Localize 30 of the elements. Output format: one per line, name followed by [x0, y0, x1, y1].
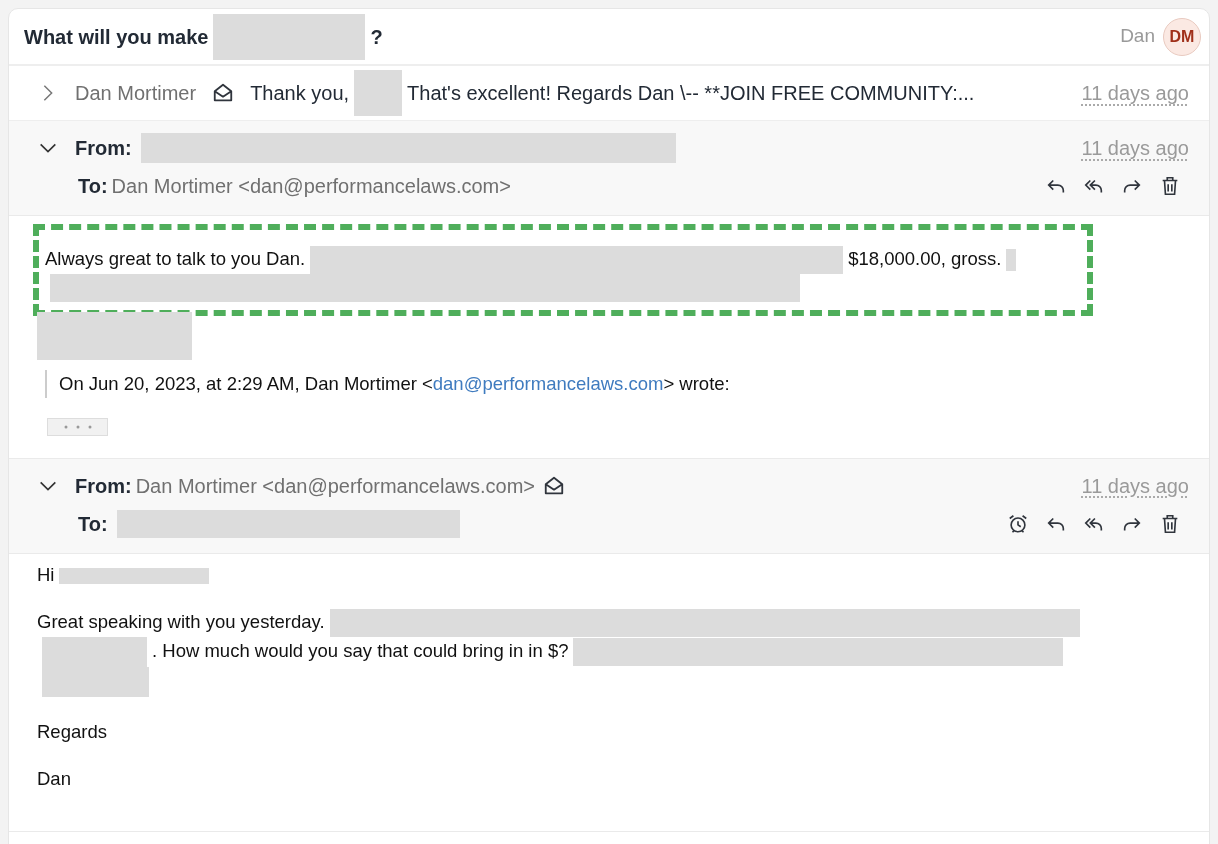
from-label: From: — [75, 473, 132, 499]
redaction-block — [354, 70, 403, 116]
email-link[interactable]: dan@performancelaws.com — [432, 373, 664, 395]
body-text: $18,000.00, gross. — [848, 248, 1002, 269]
message-snippet: Thank you, — [250, 81, 350, 106]
participant-name: Dan — [1120, 24, 1155, 49]
body-text: Regards — [37, 720, 107, 742]
to-label: To: — [78, 511, 108, 537]
body-text: Always great to talk to you Dan. — [45, 248, 306, 269]
subject-text: ? — [370, 24, 383, 50]
body-text: Great speaking with you yesterday. — [37, 610, 325, 632]
quote-header: > wrote: — [663, 373, 730, 395]
subject-text: What will you make — [24, 24, 209, 50]
message-date: 11 days ago — [1081, 81, 1189, 106]
message-date: 11 days ago — [1081, 136, 1189, 161]
to-label: To: — [78, 174, 108, 199]
recipient-address: Dan Mortimer <dan@performancelaws.com> — [111, 174, 511, 199]
sender-address: Dan Mortimer <dan@performancelaws.com> — [135, 473, 536, 499]
body-text: Dan — [37, 767, 71, 789]
from-label: From: — [75, 136, 132, 161]
body-text: Hi — [37, 563, 55, 585]
body-text: . How much would you say that could bring in in $? — [152, 639, 569, 661]
redaction-block — [1006, 249, 1017, 272]
alarm-clock-button[interactable] — [1007, 512, 1029, 535]
message-snippet: That's excellent! Regards Dan \-- **JOIN FREE COMMUNITY:... — [407, 81, 975, 106]
alarm-clock-icon — [1007, 512, 1029, 535]
message-date: 11 days ago — [1081, 473, 1189, 499]
sender-name: Dan Mortimer — [75, 81, 197, 106]
quote-header: On Jun 20, 2023, at 2:29 AM, Dan Mortimer < — [59, 373, 433, 395]
avatar: DM — [1163, 17, 1201, 56]
